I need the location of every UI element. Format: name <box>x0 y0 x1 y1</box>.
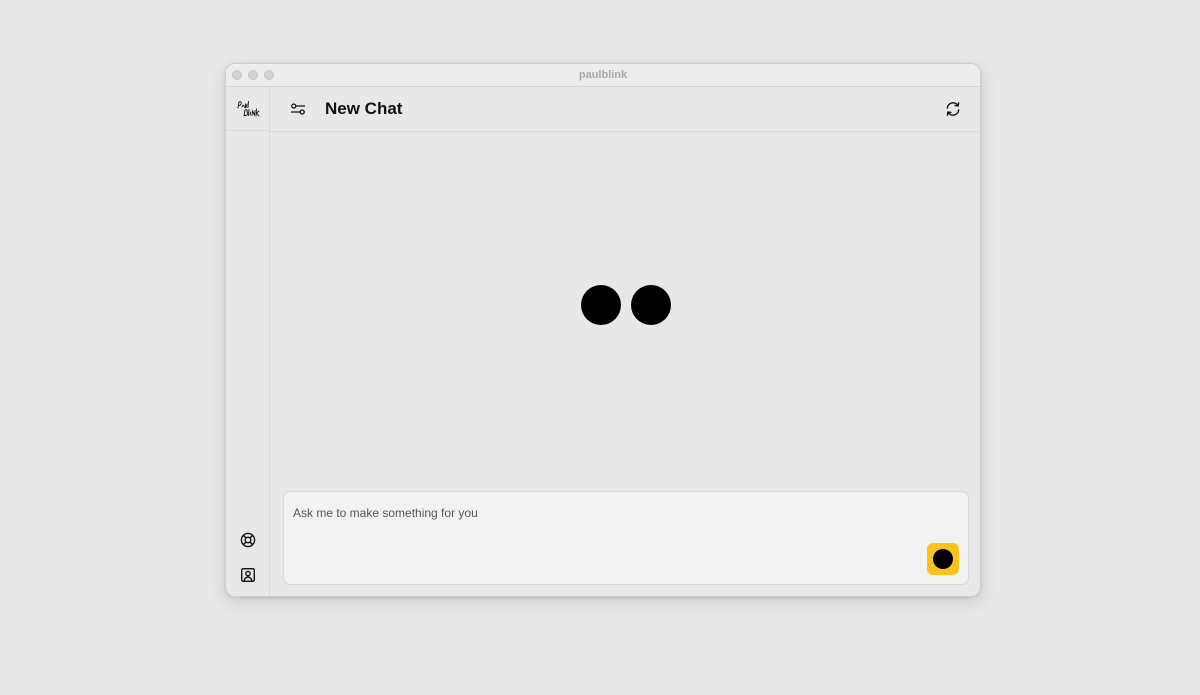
main-area: New Chat <box>270 87 980 596</box>
window-title: paulblink <box>578 69 628 81</box>
send-dot-icon <box>933 549 953 569</box>
sidebar <box>226 87 270 596</box>
refresh-icon[interactable] <box>943 99 963 119</box>
right-eye <box>631 285 671 325</box>
paulblink-logo-icon[interactable] <box>226 87 269 131</box>
send-button[interactable] <box>927 543 959 575</box>
message-input[interactable] <box>293 502 913 524</box>
left-eye <box>581 285 621 325</box>
page-title: New Chat <box>325 99 403 118</box>
desktop: paulblink New Chat Ask me to make someth… <box>0 0 1200 695</box>
mascot-eyes <box>581 285 673 326</box>
app-window: paulblink New Chat Ask me to make someth… <box>225 63 981 597</box>
sliders-icon[interactable] <box>289 100 307 118</box>
chat-header: New Chat <box>270 87 980 132</box>
lifebuoy-icon[interactable] <box>239 531 257 549</box>
message-composer <box>283 491 969 585</box>
user-card-icon[interactable] <box>239 566 257 584</box>
title-bar[interactable]: paulblink <box>226 64 980 87</box>
